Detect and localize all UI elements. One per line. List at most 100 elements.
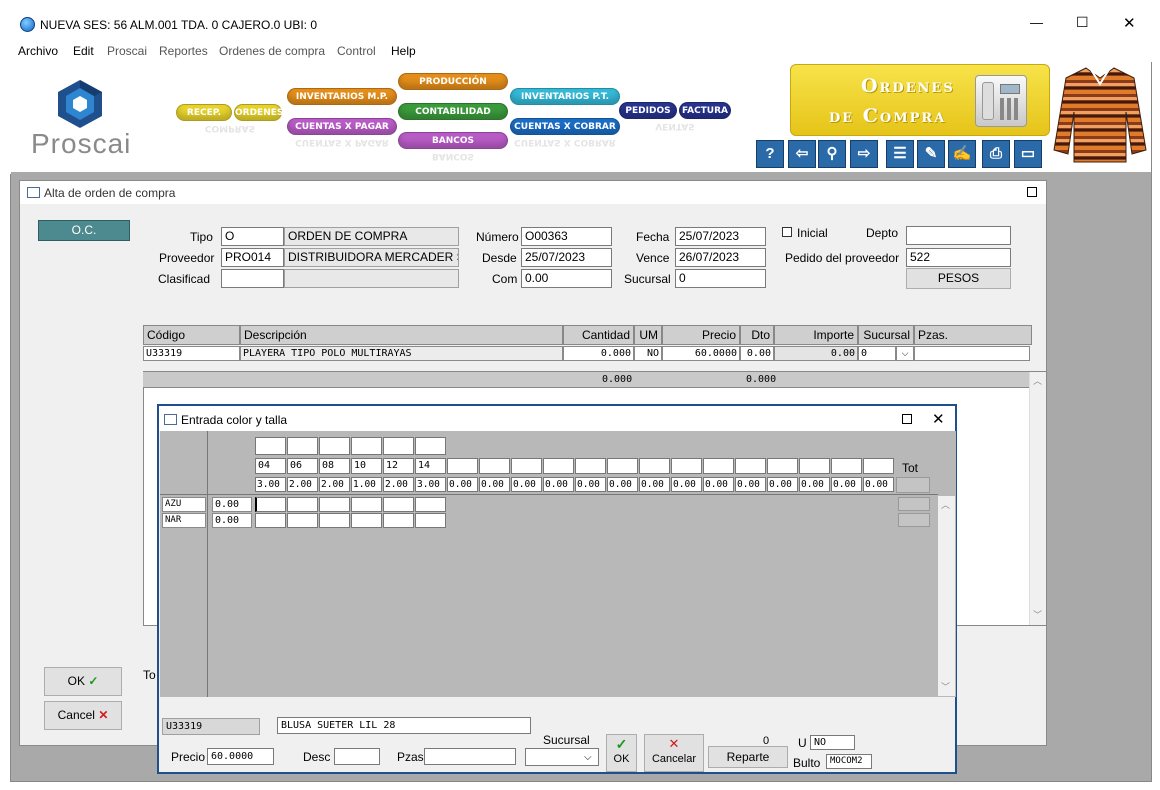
cancel-button[interactable]: Cancel ✕ xyxy=(44,701,122,730)
size-quantity-cell[interactable]: 3.00 xyxy=(415,477,446,492)
cuentas-x-cobrar-button[interactable]: CUENTAS X COBRAR xyxy=(510,118,620,135)
size-quantity-cell[interactable]: 0.00 xyxy=(447,477,478,492)
size-quantity-cell[interactable]: 0.00 xyxy=(799,477,830,492)
menu-proscai[interactable]: Proscai xyxy=(107,44,147,58)
edit-list-button[interactable]: ✎ xyxy=(917,140,945,168)
size-quantity-cell[interactable]: 0.00 xyxy=(575,477,606,492)
row-codigo[interactable]: U33319 xyxy=(143,346,240,361)
cuentas-x-pagar-button[interactable]: CUENTAS X PAGAR xyxy=(287,118,397,135)
tipo-code-field[interactable]: O xyxy=(221,227,284,246)
dialog-maximize-icon[interactable] xyxy=(902,414,912,424)
produccion-button[interactable]: PRODUCCIÓN xyxy=(398,73,508,90)
inventarios-mp-button[interactable]: INVENTARIOS M.P. xyxy=(287,88,397,105)
color-size-entry-cell[interactable] xyxy=(255,497,286,512)
bancos-button[interactable]: BANCOS xyxy=(398,132,508,149)
dialog-scrollbar[interactable]: ︿ ﹀ xyxy=(938,496,955,696)
sucursal-dropdown-button[interactable]: ⌵ xyxy=(896,346,914,361)
recep-module-button[interactable]: RECEP. xyxy=(176,104,232,121)
list-button[interactable]: ☰ xyxy=(886,140,914,168)
currency-button[interactable]: PESOS xyxy=(906,268,1011,289)
dialog-scroll-down-icon[interactable]: ﹀ xyxy=(941,680,950,693)
size-quantity-cell[interactable]: 2.00 xyxy=(383,477,414,492)
color-size-entry-cell[interactable] xyxy=(383,513,414,528)
clasificad-field[interactable] xyxy=(221,269,284,288)
pzas-field[interactable] xyxy=(424,748,516,765)
color-size-entry-cell[interactable] xyxy=(383,497,414,512)
menu-edit[interactable]: Edit xyxy=(73,44,94,58)
proveedor-code-field[interactable]: PRO014 xyxy=(221,248,284,267)
precio-field[interactable]: 60.0000 xyxy=(207,748,274,765)
forward-button[interactable]: ⇨ xyxy=(850,140,878,168)
search-button[interactable]: ⚲ xyxy=(818,140,846,168)
menu-control[interactable]: Control xyxy=(337,44,376,58)
depto-field[interactable] xyxy=(906,226,1011,245)
color-size-entry-cell[interactable] xyxy=(319,513,350,528)
size-quantity-cell[interactable]: 0.00 xyxy=(479,477,510,492)
dialog-ok-button[interactable]: ✓ OK xyxy=(606,734,637,772)
row-pzas[interactable] xyxy=(914,346,1030,361)
dialog-cancel-button[interactable]: ✕ Cancelar xyxy=(644,734,704,772)
color-size-entry-cell[interactable] xyxy=(351,513,382,528)
dialog-sucursal-select[interactable]: ⌵ xyxy=(525,748,599,766)
size-quantity-cell[interactable]: 0.00 xyxy=(639,477,670,492)
close-button[interactable]: ✕ xyxy=(1123,14,1136,32)
size-quantity-cell[interactable]: 0.00 xyxy=(511,477,542,492)
numero-field[interactable]: O00363 xyxy=(521,227,612,246)
grid-scrollbar[interactable]: ︿ ﹀ xyxy=(1029,372,1046,625)
size-quantity-cell[interactable]: 1.00 xyxy=(351,477,382,492)
maximize-button[interactable]: ☐ xyxy=(1076,14,1089,31)
size-quantity-cell[interactable]: 0.00 xyxy=(703,477,734,492)
menu-reportes[interactable]: Reportes xyxy=(159,44,208,58)
bulto-field[interactable]: MOCOM2 xyxy=(826,754,872,769)
ordenes-module-button[interactable]: ORDENES xyxy=(234,104,283,121)
vence-field[interactable]: 26/07/2023 xyxy=(675,248,766,267)
pedidos-button[interactable]: PEDIDOS xyxy=(619,102,677,119)
u-field[interactable]: NO xyxy=(810,735,855,750)
size-quantity-cell[interactable]: 0.00 xyxy=(831,477,862,492)
print-button[interactable]: ⎙ xyxy=(982,140,1010,168)
po-maximize-icon[interactable] xyxy=(1027,187,1037,197)
color-size-entry-cell[interactable] xyxy=(319,497,350,512)
row-sucursal[interactable]: 0 xyxy=(858,346,896,361)
row-dto[interactable]: 0.00 xyxy=(740,346,774,361)
size-quantity-cell[interactable]: 0.00 xyxy=(543,477,574,492)
reparte-button[interactable]: Reparte xyxy=(708,746,788,768)
size-quantity-cell[interactable]: 3.00 xyxy=(255,477,286,492)
color-size-entry-cell[interactable] xyxy=(255,513,286,528)
size-quantity-cell[interactable]: 0.00 xyxy=(863,477,894,492)
scroll-down-icon[interactable]: ﹀ xyxy=(1033,608,1042,621)
color-size-entry-cell[interactable] xyxy=(351,497,382,512)
color-size-entry-cell[interactable] xyxy=(415,513,446,528)
color-size-entry-cell[interactable] xyxy=(415,497,446,512)
desc-field[interactable] xyxy=(334,748,380,765)
pedido-proveedor-field[interactable]: 522 xyxy=(906,248,1011,267)
row-um[interactable]: NO xyxy=(634,346,662,361)
contabilidad-button[interactable]: CONTABILIDAD xyxy=(398,103,508,120)
help-button[interactable]: ? xyxy=(756,140,784,168)
sucursal-field[interactable]: 0 xyxy=(675,269,766,288)
row-cantidad[interactable]: 0.000 xyxy=(563,346,634,361)
size-quantity-cell[interactable]: 0.00 xyxy=(767,477,798,492)
back-button[interactable]: ⇦ xyxy=(788,140,816,168)
menu-ordenes-de-compra[interactable]: Ordenes de compra xyxy=(219,44,325,58)
window-button[interactable]: ▭ xyxy=(1014,140,1042,168)
size-quantity-cell[interactable]: 2.00 xyxy=(287,477,318,492)
size-quantity-cell[interactable]: 0.00 xyxy=(735,477,766,492)
row-descripcion[interactable]: PLAYERA TIPO POLO MULTIRAYAS xyxy=(240,346,563,361)
menu-archivo[interactable]: Archivo xyxy=(18,44,58,58)
color-size-entry-cell[interactable] xyxy=(287,497,318,512)
row-precio[interactable]: 60.0000 xyxy=(662,346,740,361)
dialog-scroll-up-icon[interactable]: ︿ xyxy=(941,498,950,511)
factura-button[interactable]: FACTURA xyxy=(679,102,731,119)
size-quantity-cell[interactable]: 0.00 xyxy=(607,477,638,492)
fecha-field[interactable]: 25/07/2023 xyxy=(675,227,766,246)
size-quantity-cell[interactable]: 2.00 xyxy=(319,477,350,492)
minimize-button[interactable]: — xyxy=(1030,15,1043,30)
size-quantity-cell[interactable]: 0.00 xyxy=(671,477,702,492)
scroll-up-icon[interactable]: ︿ xyxy=(1033,374,1042,387)
color-size-entry-cell[interactable] xyxy=(287,513,318,528)
inventarios-pt-button[interactable]: INVENTARIOS P.T. xyxy=(510,88,620,105)
inicial-checkbox[interactable] xyxy=(782,227,792,237)
edit-button[interactable]: ✍ xyxy=(948,140,976,168)
desde-field[interactable]: 25/07/2023 xyxy=(521,248,612,267)
